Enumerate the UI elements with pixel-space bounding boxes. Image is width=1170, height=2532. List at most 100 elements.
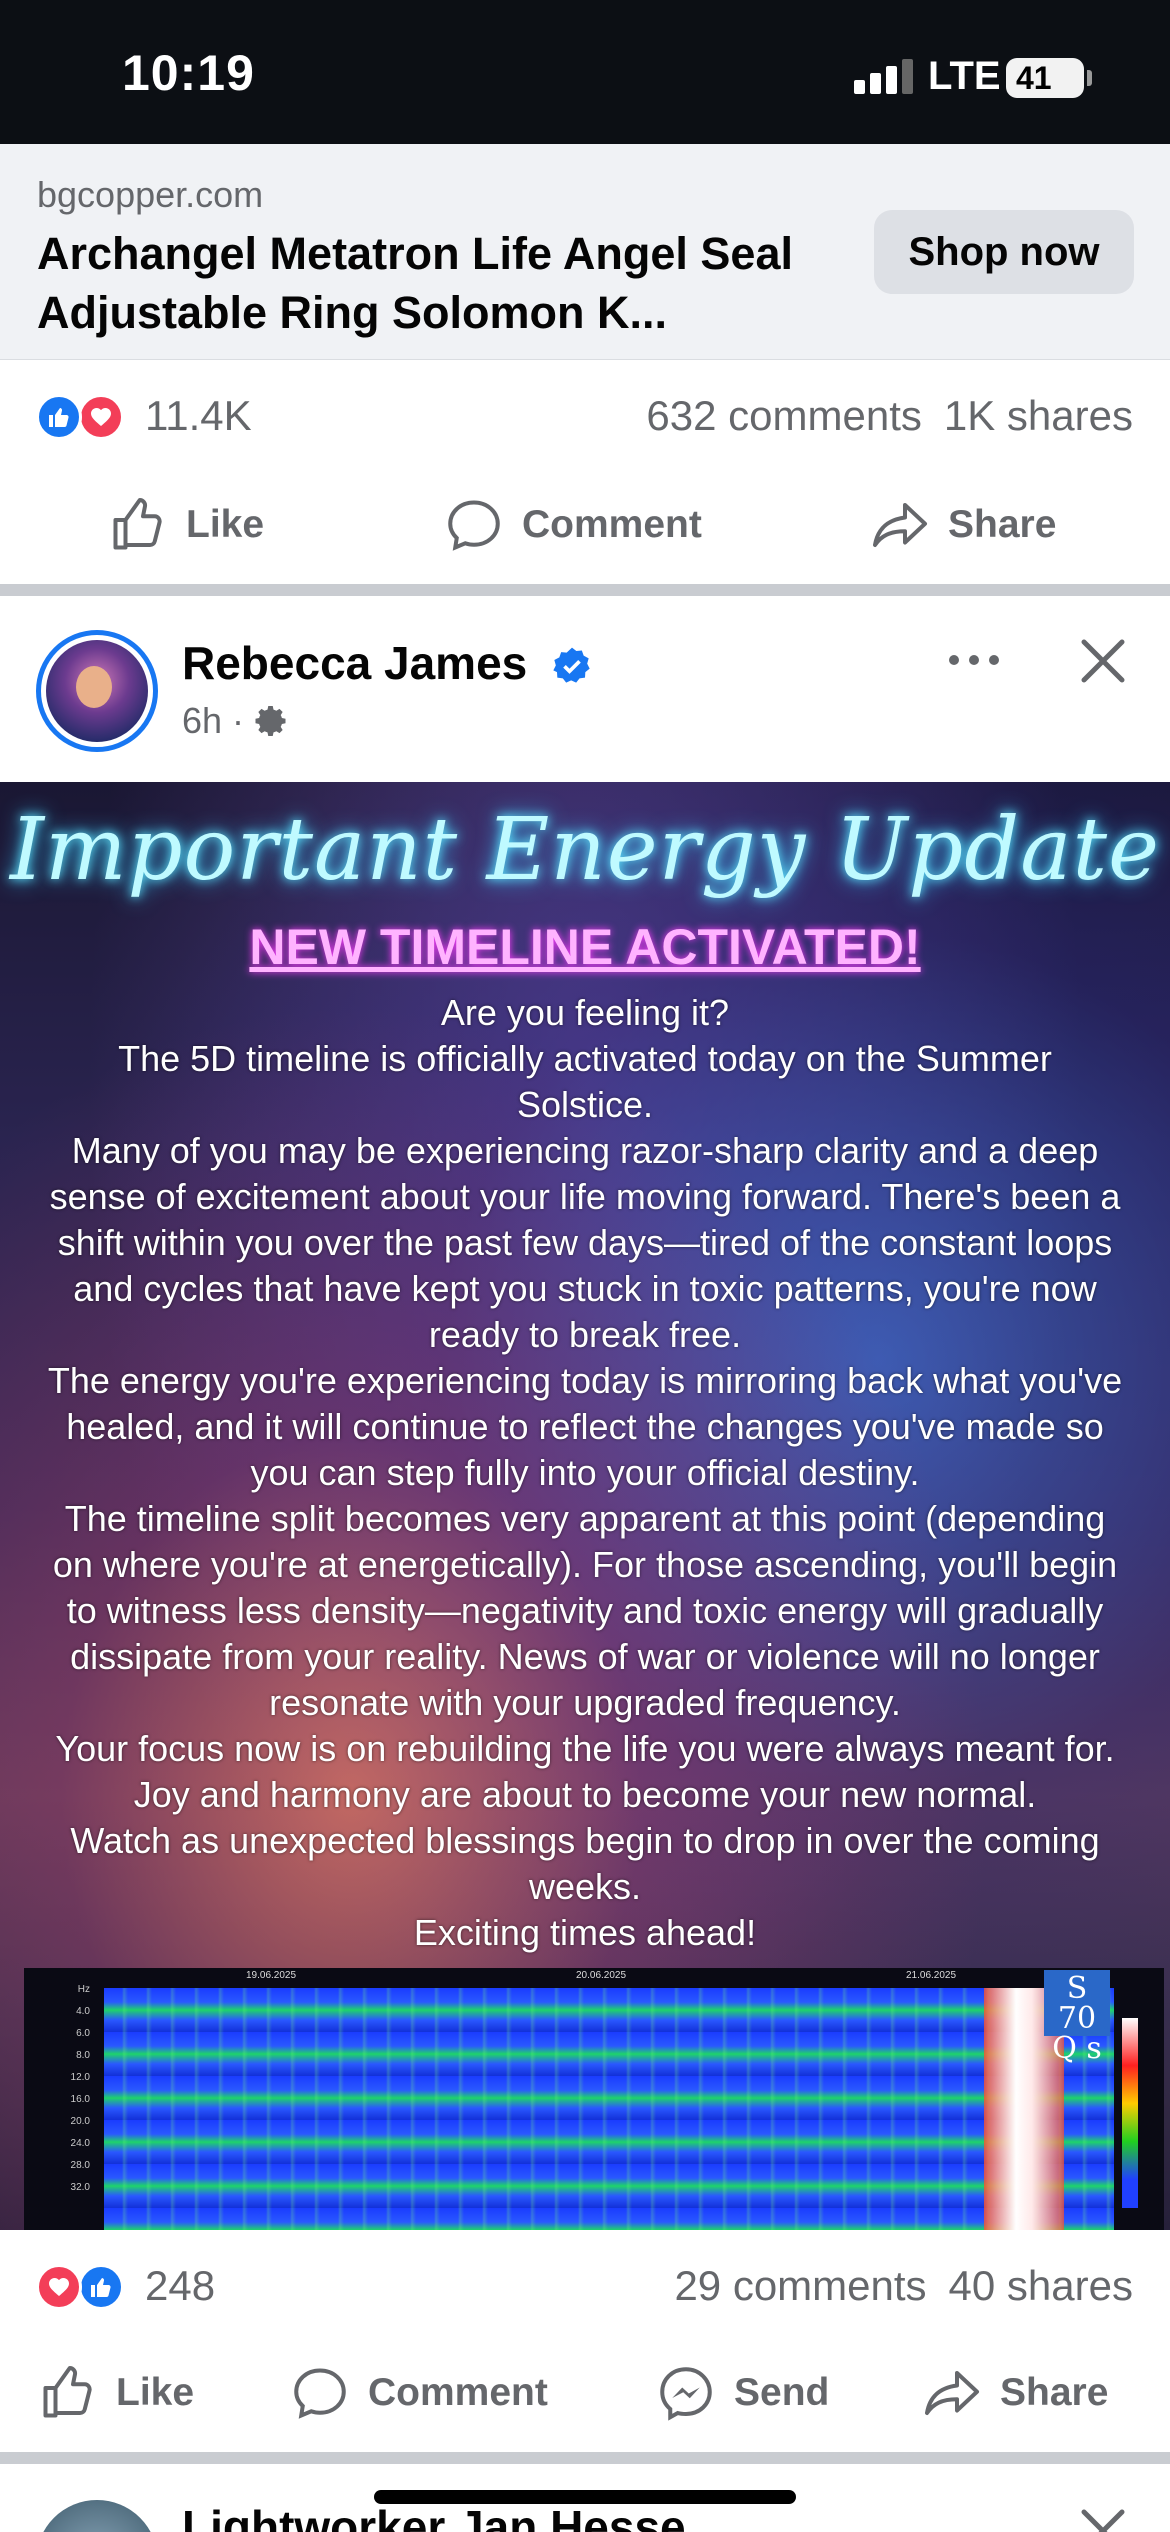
post-time[interactable]: 6h ·: [182, 700, 244, 742]
spectrogram-tick: 12.0: [70, 2072, 90, 2083]
thumbs-up-icon: [113, 498, 162, 550]
share-button[interactable]: Share: [870, 470, 1056, 580]
spectrogram-date: 21.06.2025: [906, 1970, 957, 1981]
image-text-line: sense of excitement about your life movi…: [49, 1176, 1121, 1217]
post-engagement-stats: 29 comments 40 shares: [652, 2262, 1133, 2310]
status-bar: 10:19 LTE 41: [0, 0, 1170, 144]
spectrogram-tick: 4.0: [76, 2006, 90, 2017]
spectrogram-tick: 20.0: [70, 2116, 90, 2127]
like-button[interactable]: Like: [38, 2338, 194, 2448]
spectrogram-tick: 6.0: [76, 2028, 90, 2039]
like-label: Like: [116, 2371, 195, 2414]
battery-icon: 41: [1006, 58, 1084, 98]
spectrogram-tick: 8.0: [76, 2050, 90, 2061]
ad-domain: bgcopper.com: [37, 174, 264, 215]
reaction-icons[interactable]: [36, 394, 132, 440]
ad-action-bar: Like Comment Share: [0, 470, 1170, 580]
next-post-author[interactable]: Lightworker Jan Hesse: [182, 2500, 686, 2532]
share-icon: [925, 2371, 979, 2415]
image-text-line: to witness less density—negativity and t…: [66, 1590, 1104, 1631]
like-button[interactable]: Like: [108, 470, 264, 580]
author-name[interactable]: Rebecca James: [182, 636, 527, 690]
ad-link-preview[interactable]: bgcopper.com Archangel Metatron Life Ang…: [0, 144, 1170, 360]
like-reaction-icon: [78, 2264, 124, 2310]
close-icon[interactable]: [1078, 636, 1128, 686]
post-action-bar: Like Comment Send Share: [0, 2338, 1170, 2448]
image-text-line: dissipate from your reality. News of war…: [70, 1636, 1100, 1677]
image-text-line: weeks.: [528, 1866, 642, 1907]
avatar-image: [46, 640, 148, 742]
spectrogram-date: 19.06.2025: [246, 1970, 297, 1981]
image-subhead: NEW TIMELINE ACTIVATED!: [249, 919, 921, 975]
status-time: 10:19: [122, 45, 255, 101]
shop-now-button[interactable]: Shop now: [874, 210, 1134, 294]
image-text-line: resonate with your upgraded frequency.: [269, 1682, 901, 1723]
next-post-avatar[interactable]: [36, 2500, 158, 2532]
image-text-line: you can step fully into your official de…: [250, 1452, 920, 1493]
image-text-line: The timeline split becomes very apparent…: [64, 1498, 1106, 1539]
spectrogram-date: 20.06.2025: [576, 1970, 627, 1981]
comments-count[interactable]: 29 comments: [674, 2262, 926, 2309]
image-headline: Important Energy Update: [9, 800, 1161, 900]
more-options-icon[interactable]: [944, 640, 1004, 680]
spectrogram-tick: 16.0: [70, 2094, 90, 2105]
share-icon: [873, 503, 927, 547]
shares-count[interactable]: 40 shares: [949, 2262, 1133, 2309]
image-text-line: Exciting times ahead!: [413, 1912, 757, 1953]
messenger-icon: [660, 2367, 712, 2421]
reaction-count[interactable]: 248: [145, 2262, 215, 2310]
like-reaction-icon: [36, 394, 82, 440]
spectrogram-tick: 28.0: [70, 2160, 90, 2171]
image-text-line: healed, and it will continue to reflect …: [66, 1406, 1104, 1447]
shares-count[interactable]: 1K shares: [944, 392, 1133, 439]
love-reaction-icon: [78, 394, 124, 440]
image-text-line: Joy and harmony are about to become your…: [133, 1774, 1037, 1815]
battery-level: 41: [1016, 60, 1052, 96]
image-text-line: Your focus now is on rebuilding the life…: [55, 1728, 1115, 1769]
feed-divider: [0, 2452, 1170, 2464]
like-label: Like: [186, 503, 265, 546]
reaction-count[interactable]: 11.4K: [145, 392, 252, 440]
image-text-line: and cycles that have kept you stuck in t…: [73, 1268, 1097, 1309]
spectrogram: 19.06.2025 20.06.2025 21.06.2025 Hz 4.0 …: [24, 1968, 1164, 2230]
network-type: LTE: [928, 54, 1001, 98]
comment-button[interactable]: Comment: [444, 470, 702, 580]
spectrogram-dates: 19.06.2025 20.06.2025 21.06.2025: [24, 1968, 1164, 1986]
send-label: Send: [734, 2371, 830, 2414]
comment-button[interactable]: Comment: [290, 2338, 548, 2448]
image-text-line: Many of you may be experiencing razor-sh…: [71, 1130, 1099, 1171]
image-text-line: Solstice.: [516, 1084, 654, 1125]
spectrogram-y-axis: Hz 4.0 6.0 8.0 12.0 16.0 20.0 24.0 28.0 …: [28, 1984, 98, 2230]
post-reaction-row: 248 29 comments 40 shares: [0, 2242, 1170, 2332]
ad-reaction-row: 11.4K 632 comments 1K shares: [0, 372, 1170, 462]
ad-title[interactable]: Archangel Metatron Life Angel Seal Adjus…: [37, 224, 857, 342]
home-indicator[interactable]: [374, 2490, 796, 2504]
image-body-text: Are you feeling it? The 5D timeline is o…: [0, 990, 1170, 1956]
image-text-line: on where you're at energetically). For t…: [52, 1544, 1118, 1585]
signal-icon: [854, 58, 918, 94]
comments-count[interactable]: 632 comments: [646, 392, 921, 439]
spectrogram-color-scale: [1122, 2018, 1138, 2208]
reaction-icons[interactable]: [36, 2264, 132, 2310]
verified-badge-icon: [553, 647, 590, 683]
image-text-line: Are you feeling it?: [440, 992, 730, 1033]
gear-icon: [255, 706, 286, 736]
share-button[interactable]: Share: [922, 2338, 1108, 2448]
share-label: Share: [948, 503, 1057, 546]
image-text-line: ready to break free.: [428, 1314, 742, 1355]
comment-icon: [448, 500, 500, 551]
image-text-line: shift within you over the past few days—…: [57, 1222, 1113, 1263]
close-icon[interactable]: [1078, 2506, 1128, 2532]
send-button[interactable]: Send: [656, 2338, 829, 2448]
battery-tip: [1087, 70, 1092, 86]
image-text-line: The energy you're experiencing today is …: [47, 1360, 1123, 1401]
post-image[interactable]: Important Energy Update NEW TIMELINE ACT…: [0, 782, 1170, 2230]
post-meta: 6h ·: [182, 700, 290, 742]
comment-icon: [294, 2368, 346, 2419]
ad-engagement-stats: 632 comments 1K shares: [624, 392, 1133, 440]
spectrogram-tick: 32.0: [70, 2182, 90, 2193]
spectrogram-tick: Hz: [77, 1984, 90, 1995]
feed-divider: [0, 584, 1170, 596]
comment-label: Comment: [522, 503, 702, 546]
author-avatar[interactable]: [36, 630, 158, 752]
